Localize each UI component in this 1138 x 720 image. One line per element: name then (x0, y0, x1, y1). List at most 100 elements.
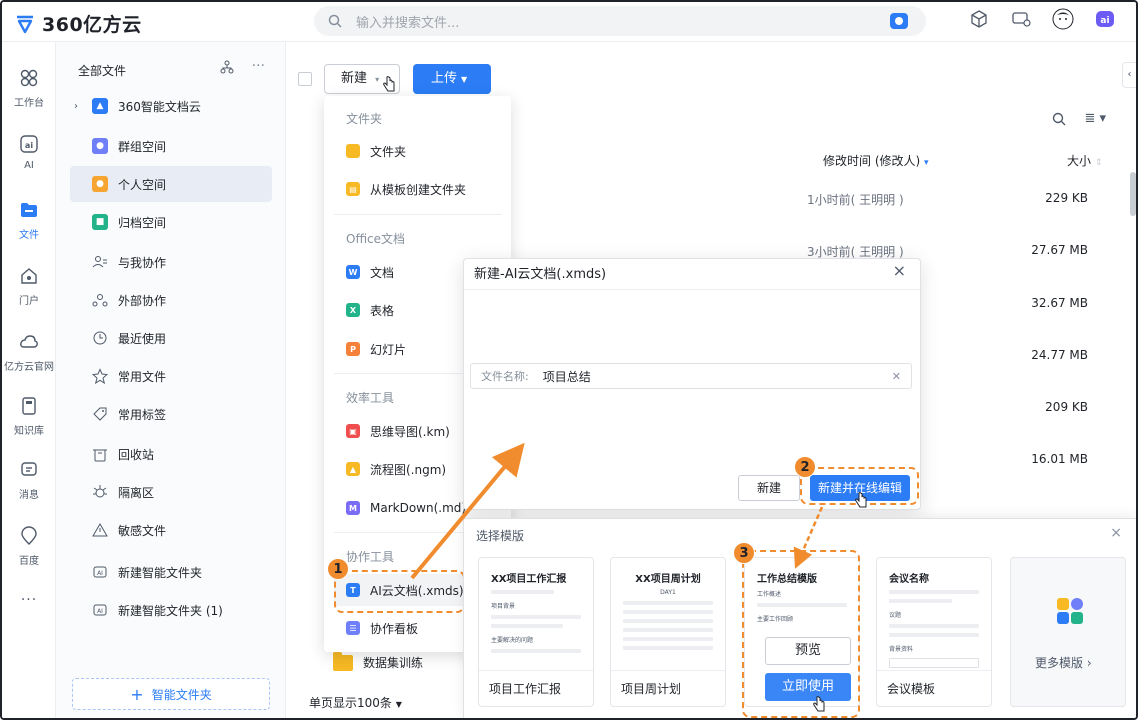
rail-item-ai[interactable]: ai AI (2, 134, 56, 171)
menu-item-label: 表格 (370, 303, 395, 318)
sidebar-item-trash[interactable]: 回收站 (70, 436, 272, 472)
more-options-icon[interactable]: ··· (252, 59, 265, 74)
template-card[interactable]: 会议名称 议题 背景资料 会议模板 (876, 557, 992, 707)
more-templates-link[interactable]: 更多模版 › (1035, 654, 1092, 671)
menu-item-kanban[interactable]: ☰ 协作看板 (346, 616, 418, 640)
sidebar-item-label: 最近使用 (118, 331, 167, 346)
menu-item-markdown[interactable]: M MarkDown(.md) (346, 496, 466, 520)
sidebar-item-tags[interactable]: 常用标签 (70, 396, 272, 432)
menu-divider (334, 214, 502, 215)
menu-item-flowchart[interactable]: ▲ 流程图(.ngm) (346, 457, 446, 481)
sidebar-item-smart-folder-1[interactable]: AI 新建智能文件夹 (1) (70, 592, 272, 628)
home-icon (21, 268, 37, 284)
page-size-label: 单页显示100条 (309, 696, 392, 710)
sidebar-item-favorites[interactable]: 常用文件 (70, 358, 272, 394)
top-bar: 360亿方云 输入并搜索文件... ai (2, 2, 1136, 42)
thumbnail-title: XX项目工作汇报 (491, 574, 567, 585)
external-icon (92, 294, 108, 307)
highlight-ai-doc (334, 570, 465, 613)
sidebar-item-recent[interactable]: 最近使用 (70, 320, 272, 356)
sidebar-item-archive-space[interactable]: ■ 归档空间 (70, 204, 272, 240)
more-icon[interactable]: ··· (2, 592, 56, 608)
close-icon[interactable]: × (1110, 525, 1122, 541)
column-header-modified[interactable]: 修改时间 (修改人) ▾ (823, 152, 929, 169)
sidebar-item-quarantine[interactable]: 隔离区 (70, 474, 272, 510)
search-bar[interactable]: 输入并搜索文件... (314, 6, 926, 36)
avatar[interactable] (1052, 8, 1074, 30)
dialog-title: 新建-AI云文档(.xmds) (474, 267, 607, 282)
rail-item-files[interactable]: 文件 (2, 200, 56, 241)
scrollbar[interactable] (1130, 172, 1136, 216)
thumbnail-text: 议题 (889, 612, 902, 619)
sidebar-item-label: 360智能文档云 (118, 99, 201, 114)
close-icon[interactable]: × (893, 261, 906, 280)
file-name-field[interactable]: 文件名称: 项目总结 ✕ (470, 363, 912, 389)
menu-item-sheet[interactable]: X 表格 (346, 298, 394, 322)
sidebar-item-personal-space[interactable]: ● 个人空间 (70, 166, 272, 202)
table-row[interactable]: 数据集训练 (333, 651, 423, 671)
menu-item-slide[interactable]: P 幻灯片 (346, 337, 406, 361)
message-icon (21, 462, 37, 476)
logo[interactable]: 360亿方云 (14, 10, 142, 37)
ai-assistant-icon[interactable]: ai (1094, 8, 1116, 30)
select-all-checkbox[interactable] (298, 72, 312, 86)
menu-item-folder[interactable]: 文件夹 (346, 139, 406, 163)
cube-icon[interactable] (968, 8, 990, 30)
more-templates-card[interactable]: 更多模版 › (1010, 557, 1126, 707)
rail-item-messages[interactable]: 消息 (2, 460, 56, 501)
menu-item-label: 幻灯片 (370, 342, 407, 357)
sidebar-header: 全部文件 (78, 64, 127, 78)
rail-label: 工作台 (14, 98, 44, 109)
sidebar-item-group-space[interactable]: ● 群组空间 (70, 128, 272, 164)
clear-icon[interactable]: ✕ (892, 370, 901, 383)
page-size-select[interactable]: 单页显示100条 ▼ (309, 694, 402, 711)
sidebar-header-tools: ··· (220, 59, 265, 74)
search-input[interactable]: 输入并搜索文件... (356, 12, 459, 31)
sidebar-item-sensitive[interactable]: 敏感文件 (70, 512, 272, 548)
upload-button[interactable]: 上传 ▼ (413, 64, 491, 94)
rail-item-portal[interactable]: 门户 (2, 266, 56, 307)
menu-item-folder-template[interactable]: ▤ 从模板创建文件夹 (346, 177, 466, 201)
template-name: 项目周计划 (611, 670, 725, 706)
sidebar-item-external-collab[interactable]: 外部协作 (70, 282, 272, 318)
sidebar-item-collab-with-me[interactable]: 与我协作 (70, 244, 272, 280)
row-size: 229 KB (1045, 191, 1088, 205)
logo-text: 360亿方云 (42, 14, 142, 36)
add-smart-folder-button[interactable]: + 智能文件夹 (72, 678, 270, 710)
sidebar-item-360-cloud[interactable]: › ▲ 360智能文档云 (70, 88, 272, 124)
menu-item-label: 文档 (370, 265, 395, 280)
sidebar-item-smart-folder[interactable]: AI 新建智能文件夹 (70, 554, 272, 590)
rail-item-knowledge[interactable]: 知识库 (2, 396, 56, 437)
screen-share-icon[interactable] (1010, 8, 1032, 30)
plus-icon: + (130, 684, 144, 704)
rail-item-website[interactable]: 亿方云官网 (2, 332, 56, 373)
file-name-input[interactable]: 项目总结 (543, 368, 591, 385)
sidebar-item-label: 回收站 (118, 447, 155, 462)
column-header-size[interactable]: 大小 ⇕ (1067, 152, 1102, 169)
smart-folder-icon: AI (93, 566, 107, 578)
rail-label: 百度 (19, 556, 39, 567)
rail-item-baidu[interactable]: 百度 (2, 526, 56, 567)
search-icon[interactable] (1052, 112, 1066, 126)
list-view-icon[interactable]: ≣ ▾ (1084, 112, 1106, 126)
rail-item-workbench[interactable]: 工作台 (2, 68, 56, 109)
svg-text:ai: ai (1100, 16, 1109, 26)
collapse-panel-button[interactable]: ‹ (1122, 62, 1136, 88)
template-card[interactable]: XX项目工作汇报 项目背景 主要解决的问题 项目工作汇报 (478, 557, 594, 707)
menu-item-doc[interactable]: W 文档 (346, 260, 394, 284)
app-window: 360亿方云 输入并搜索文件... ai 工作台 ai AI 文件 门户 亿方云… (0, 0, 1138, 720)
template-name: 项目工作汇报 (479, 670, 593, 706)
thumbnail-text: 主要解决的问题 (491, 637, 534, 644)
menu-item-label: 协作看板 (370, 621, 419, 636)
upload-button-label: 上传 (431, 71, 458, 86)
chevron-right-icon[interactable]: › (74, 101, 78, 112)
camera-icon[interactable] (890, 13, 908, 29)
create-button[interactable]: 新建 (738, 475, 800, 501)
template-card[interactable]: XX项目周计划 DAY1 项目周计划 (610, 557, 726, 707)
virus-icon (93, 485, 107, 498)
chevron-down-icon: ▼ (461, 75, 468, 84)
tree-icon[interactable] (220, 60, 234, 74)
svg-text:AI: AI (97, 570, 103, 577)
hand-cursor-icon (813, 696, 825, 712)
menu-item-mindmap[interactable]: ▣ 思维导图(.km) (346, 419, 450, 443)
